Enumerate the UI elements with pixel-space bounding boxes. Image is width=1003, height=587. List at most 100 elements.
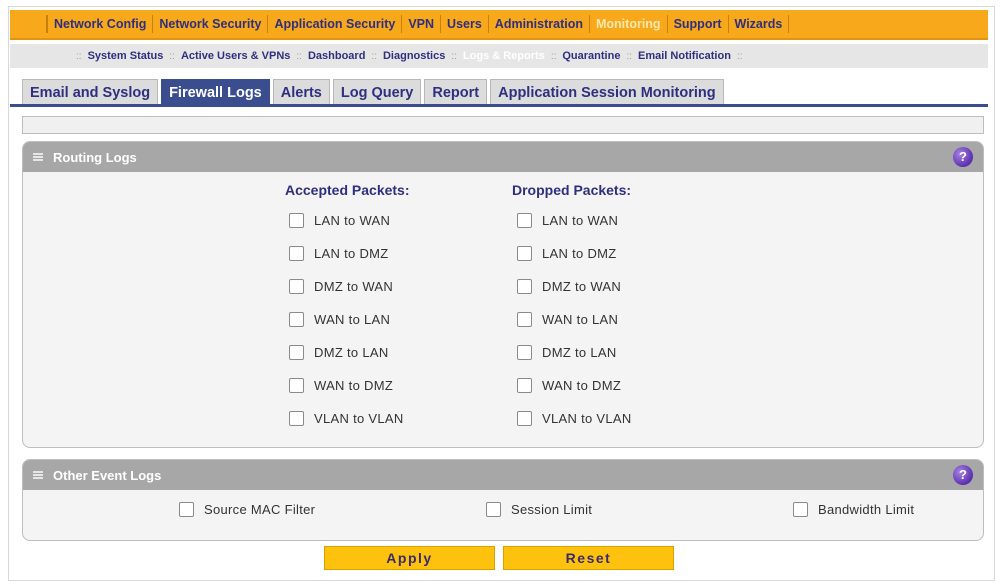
accepted-option[interactable]: DMZ to LAN (289, 345, 389, 360)
reset-button[interactable]: Reset (503, 546, 674, 570)
topnav-item-monitoring[interactable]: Monitoring (589, 15, 667, 33)
tab-alerts[interactable]: Alerts (272, 79, 330, 105)
sub-nav: :: System Status :: Active Users & VPNs … (10, 44, 988, 68)
subnav-separator: :: (169, 50, 175, 62)
help-icon[interactable]: ? (953, 147, 973, 167)
routing-logs-title: Routing Logs (53, 149, 137, 165)
subnav-separator: :: (296, 50, 302, 62)
subnav-separator: :: (550, 50, 557, 62)
option-label: WAN to LAN (314, 312, 391, 327)
subnav-item-email-notification[interactable]: Email Notification (638, 50, 731, 62)
option-label: WAN to DMZ (314, 378, 394, 393)
routing-logs-panel: Routing Logs ? Accepted Packets: Dropped… (22, 141, 984, 448)
subnav-separator: :: (626, 50, 633, 62)
option-label: VLAN to VLAN (314, 411, 404, 426)
option-label: LAN to DMZ (314, 246, 389, 261)
subnav-separator: :: (371, 50, 377, 62)
dropped-option[interactable]: DMZ to LAN (517, 345, 617, 360)
subnav-item-system-status[interactable]: System Status (88, 50, 164, 62)
accepted-option[interactable]: DMZ to WAN (289, 279, 393, 294)
tab-bar: Email and Syslog Firewall Logs Alerts Lo… (22, 79, 727, 105)
dropped-dmz-to-wan-checkbox[interactable] (517, 279, 532, 294)
session-limit-checkbox[interactable] (486, 502, 501, 517)
subnav-item-quarantine[interactable]: Quarantine (562, 50, 620, 62)
accepted-dmz-to-lan-checkbox[interactable] (289, 345, 304, 360)
subnav-item-diagnostics[interactable]: Diagnostics (383, 50, 445, 62)
dropped-option[interactable]: LAN to WAN (517, 213, 618, 228)
subnav-item-active-users-vpns[interactable]: Active Users & VPNs (181, 50, 290, 62)
tab-log-query[interactable]: Log Query (332, 79, 422, 105)
accepted-option[interactable]: LAN to DMZ (289, 246, 389, 261)
bandwidth-limit-checkbox[interactable] (793, 502, 808, 517)
accepted-option[interactable]: WAN to LAN (289, 312, 390, 327)
option-label: DMZ to LAN (314, 345, 389, 360)
accepted-option[interactable]: LAN to WAN (289, 213, 390, 228)
status-message-bar (22, 116, 984, 134)
accepted-lan-to-wan-checkbox[interactable] (289, 213, 304, 228)
tab-report[interactable]: Report (424, 79, 488, 105)
topnav-item-vpn[interactable]: VPN (401, 15, 440, 33)
other-option[interactable]: Bandwidth Limit (793, 502, 914, 517)
grip-icon (33, 470, 43, 480)
topnav-item-users[interactable]: Users (440, 15, 488, 33)
subnav-item-logs-reports[interactable]: Logs & Reports (463, 50, 545, 62)
tab-underline (10, 104, 988, 107)
accepted-dmz-to-wan-checkbox[interactable] (289, 279, 304, 294)
subnav-separator: :: (451, 50, 457, 62)
dropped-lan-to-wan-checkbox[interactable] (517, 213, 532, 228)
dropped-wan-to-lan-checkbox[interactable] (517, 312, 532, 327)
help-icon[interactable]: ? (953, 465, 973, 485)
topnav-item-support[interactable]: Support (666, 15, 728, 33)
option-label: DMZ to WAN (542, 279, 622, 294)
accepted-lan-to-dmz-checkbox[interactable] (289, 246, 304, 261)
dropped-option[interactable]: DMZ to WAN (517, 279, 621, 294)
other-event-logs-header: Other Event Logs ? (23, 460, 983, 490)
subnav-separator: :: (76, 50, 82, 62)
topnav-item-administration[interactable]: Administration (487, 15, 589, 33)
dropped-lan-to-dmz-checkbox[interactable] (517, 246, 532, 261)
option-label: Bandwidth Limit (818, 502, 915, 517)
routing-logs-header: Routing Logs ? (23, 142, 983, 172)
tab-email-and-syslog[interactable]: Email and Syslog (22, 79, 159, 105)
accepted-option[interactable]: WAN to DMZ (289, 378, 393, 393)
other-option[interactable]: Source MAC Filter (179, 502, 315, 517)
other-option[interactable]: Session Limit (486, 502, 592, 517)
grip-icon (33, 152, 43, 162)
option-label: WAN to LAN (542, 312, 619, 327)
dropped-vlan-to-vlan-checkbox[interactable] (517, 411, 532, 426)
dropped-dmz-to-lan-checkbox[interactable] (517, 345, 532, 360)
other-event-logs-panel: Other Event Logs ? Source MAC Filter Ses… (22, 459, 984, 541)
option-label: LAN to DMZ (542, 246, 617, 261)
option-label: DMZ to LAN (542, 345, 617, 360)
tab-application-session-monitoring[interactable]: Application Session Monitoring (490, 79, 724, 105)
topnav-item-application-security[interactable]: Application Security (267, 15, 401, 33)
other-event-logs-title: Other Event Logs (53, 467, 162, 483)
dropped-option[interactable]: WAN to DMZ (517, 378, 621, 393)
subnav-separator: :: (736, 50, 743, 62)
option-label: LAN to WAN (314, 213, 391, 228)
topnav-item-network-security[interactable]: Network Security (152, 15, 267, 33)
accepted-packets-heading: Accepted Packets: (285, 182, 410, 198)
topnav-item-network-config[interactable]: Network Config (46, 15, 152, 33)
accepted-option[interactable]: VLAN to VLAN (289, 411, 404, 426)
accepted-vlan-to-vlan-checkbox[interactable] (289, 411, 304, 426)
option-label: VLAN to VLAN (542, 411, 632, 426)
top-nav: Network Config Network Security Applicat… (10, 10, 988, 40)
option-label: LAN to WAN (542, 213, 619, 228)
dropped-option[interactable]: VLAN to VLAN (517, 411, 632, 426)
apply-button[interactable]: Apply (324, 546, 495, 570)
accepted-wan-to-lan-checkbox[interactable] (289, 312, 304, 327)
tab-firewall-logs[interactable]: Firewall Logs (161, 79, 270, 105)
subnav-item-dashboard[interactable]: Dashboard (308, 50, 365, 62)
option-label: Session Limit (511, 502, 593, 517)
option-label: Source MAC Filter (204, 502, 316, 517)
dropped-wan-to-dmz-checkbox[interactable] (517, 378, 532, 393)
dropped-option[interactable]: WAN to LAN (517, 312, 618, 327)
option-label: WAN to DMZ (542, 378, 622, 393)
dropped-option[interactable]: LAN to DMZ (517, 246, 617, 261)
topnav-item-wizards[interactable]: Wizards (727, 15, 790, 33)
dropped-packets-heading: Dropped Packets: (512, 182, 632, 198)
accepted-wan-to-dmz-checkbox[interactable] (289, 378, 304, 393)
source-mac-filter-checkbox[interactable] (179, 502, 194, 517)
option-label: DMZ to WAN (314, 279, 394, 294)
